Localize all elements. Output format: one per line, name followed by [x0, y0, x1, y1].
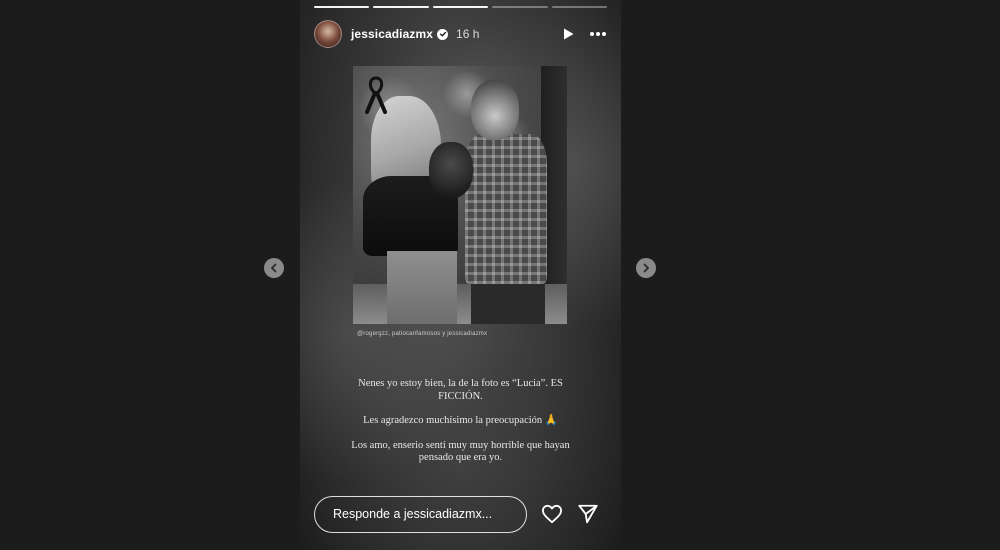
progress-segment	[373, 6, 429, 8]
username[interactable]: jessicadiazmx	[351, 27, 433, 41]
progress-segment	[314, 6, 370, 8]
more-options-button[interactable]	[589, 31, 607, 37]
story-header: jessicadiazmx 16 h	[314, 20, 607, 48]
progress-segment	[551, 6, 608, 8]
play-button[interactable]	[561, 27, 575, 41]
send-icon	[578, 504, 598, 524]
story-photo	[353, 66, 567, 324]
next-story-button[interactable]	[636, 258, 656, 278]
message-line: Nenes yo estoy bien, la de la foto es “L…	[358, 378, 563, 402]
like-button[interactable]	[541, 504, 563, 524]
chevron-right-icon	[643, 263, 649, 273]
photo-credit: @rogergzz, patiocanfamosos y jessicadiaz…	[357, 331, 488, 337]
story-viewer: jessicadiazmx 16 h @rogergzz, patiocanfa…	[300, 0, 621, 550]
send-button[interactable]	[577, 503, 599, 525]
verified-badge-icon	[437, 28, 449, 40]
previous-story-button[interactable]	[264, 258, 284, 278]
reply-placeholder: Responde a jessicadiazmx...	[333, 507, 493, 521]
story-message: Nenes yo estoy bien, la de la foto es “L…	[340, 378, 581, 477]
avatar[interactable]	[314, 20, 342, 48]
story-progress-bar	[314, 6, 608, 9]
heart-icon	[542, 504, 562, 524]
chevron-left-icon	[271, 263, 277, 273]
post-time: 16 h	[456, 27, 480, 41]
reply-input[interactable]: Responde a jessicadiazmx...	[314, 495, 527, 533]
story-footer: Responde a jessicadiazmx...	[314, 494, 607, 534]
play-icon	[564, 28, 574, 40]
progress-segment	[432, 6, 489, 8]
progress-segment	[492, 6, 548, 8]
message-line: Les agradezco muchísimo la preocupación …	[363, 415, 558, 426]
message-line: Los amo, enserio sentí muy muy horrible …	[351, 439, 570, 464]
black-ribbon-icon	[365, 76, 387, 114]
more-icon	[590, 32, 606, 36]
